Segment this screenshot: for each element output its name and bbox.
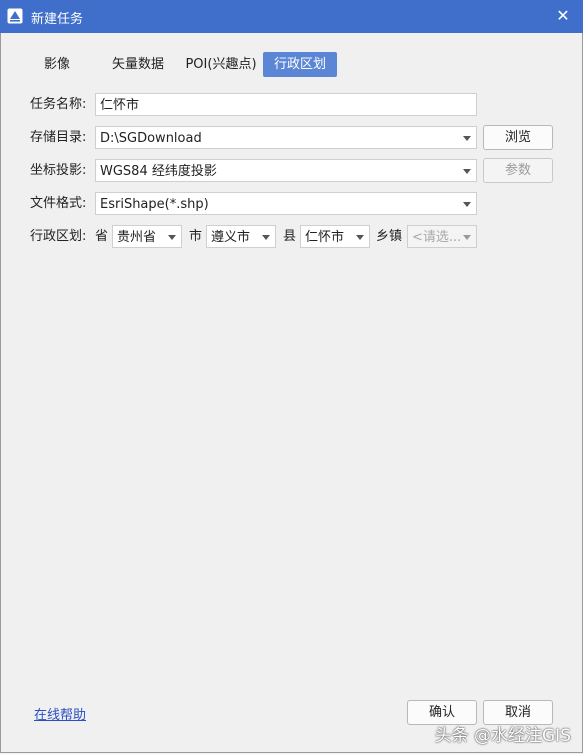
task-name-input[interactable]: 仁怀市	[95, 93, 477, 116]
window-title: 新建任务	[31, 12, 84, 27]
tab-vector-data[interactable]: 矢量数据	[105, 52, 171, 77]
admin-region-label: 行政区划:	[30, 229, 87, 244]
online-help-link[interactable]: 在线帮助	[34, 704, 86, 723]
province-select[interactable]: 贵州省	[112, 225, 182, 248]
town-label: 乡镇	[376, 229, 403, 244]
city-label: 市	[189, 229, 203, 244]
browse-button[interactable]: 浏览	[483, 125, 553, 150]
province-label: 省	[95, 229, 109, 244]
tab-poi[interactable]: POI(兴趣点)	[181, 52, 261, 77]
params-button[interactable]: 参数	[483, 158, 553, 183]
town-select[interactable]: <请选...	[407, 225, 477, 248]
watermark-text: 头条 @水经注GIS	[434, 726, 571, 746]
county-label: 县	[283, 229, 297, 244]
close-icon[interactable]: ✕	[553, 6, 573, 26]
file-format-label: 文件格式:	[30, 196, 87, 211]
projection-select[interactable]: WGS84 经纬度投影	[95, 159, 477, 182]
title-bar: 新建任务 ✕	[0, 0, 583, 33]
city-select[interactable]: 遵义市	[206, 225, 276, 248]
task-name-label: 任务名称:	[30, 97, 87, 112]
tab-imagery[interactable]: 影像	[33, 52, 81, 77]
storage-dir-select[interactable]: D:\SGDownload	[95, 126, 477, 149]
tab-admin-region[interactable]: 行政区划	[263, 52, 337, 77]
projection-label: 坐标投影:	[30, 163, 87, 178]
file-format-select[interactable]: EsriShape(*.shp)	[95, 192, 477, 215]
storage-dir-label: 存储目录:	[30, 130, 87, 145]
county-select[interactable]: 仁怀市	[300, 225, 370, 248]
app-logo-icon	[7, 8, 23, 24]
